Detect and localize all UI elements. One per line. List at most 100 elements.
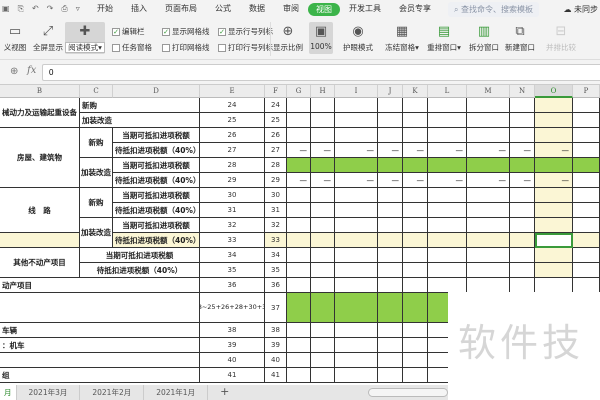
cell-H25[interactable]	[311, 113, 335, 128]
cell-I34[interactable]	[335, 248, 378, 263]
cell-G36[interactable]	[287, 278, 311, 293]
cell-O26[interactable]	[535, 128, 573, 143]
cell-L28[interactable]	[428, 158, 467, 173]
cell-G40[interactable]	[287, 353, 311, 368]
cell-J34[interactable]	[378, 248, 403, 263]
cell-I36[interactable]	[335, 278, 378, 293]
cell-e24[interactable]: 24	[200, 98, 265, 113]
cell-L27[interactable]: —	[428, 143, 467, 158]
cell-e39[interactable]: 39	[200, 338, 265, 353]
column-header-B[interactable]: B	[0, 85, 80, 98]
cell-J30[interactable]	[378, 188, 403, 203]
print-icon[interactable]: ⎙	[61, 4, 67, 14]
cell-H36[interactable]	[311, 278, 335, 293]
cell-O27[interactable]: —	[535, 143, 573, 158]
cell-b34[interactable]: 其他不动产项目	[0, 248, 80, 278]
cell-I30[interactable]	[335, 188, 378, 203]
cell-O28[interactable]	[535, 158, 573, 173]
cell-f33[interactable]: 33	[265, 233, 287, 248]
cell-N27[interactable]: —	[510, 143, 535, 158]
cell-G30[interactable]	[287, 188, 311, 203]
cell-G34[interactable]	[287, 248, 311, 263]
cell-c24[interactable]: 新购	[80, 98, 200, 113]
cell-G28[interactable]	[287, 158, 311, 173]
cell-K27[interactable]: —	[403, 143, 428, 158]
cell-H27[interactable]: —	[311, 143, 335, 158]
cell-P35[interactable]	[573, 263, 600, 278]
new-window-button[interactable]: ⧉ 新建窗口	[503, 22, 537, 53]
cell-P32[interactable]	[573, 218, 600, 233]
cell-N28[interactable]	[510, 158, 535, 173]
menu-tab-8[interactable]: 会员专享	[390, 3, 440, 16]
cell-J25[interactable]	[378, 113, 403, 128]
cell-I31[interactable]	[335, 203, 378, 218]
menu-tab-7[interactable]: 开发工具	[340, 3, 390, 16]
cell-M32[interactable]	[467, 218, 510, 233]
cell-L26[interactable]	[428, 128, 467, 143]
cell-f26[interactable]: 26	[265, 128, 287, 143]
cell-P28[interactable]	[573, 158, 600, 173]
cell-K24[interactable]	[403, 98, 428, 113]
cell-f29[interactable]: 29	[265, 173, 287, 188]
cell-H33[interactable]	[311, 233, 335, 248]
cell-I29[interactable]: —	[335, 173, 378, 188]
checkbox-box[interactable]: ✓	[162, 27, 170, 36]
cell-J38[interactable]	[378, 323, 403, 338]
cell-b37[interactable]	[0, 293, 200, 323]
cell-P29[interactable]	[573, 173, 600, 188]
preview-icon[interactable]: ⎘	[18, 4, 24, 14]
cell-L30[interactable]	[428, 188, 467, 203]
cell-I35[interactable]	[335, 263, 378, 278]
cell-I38[interactable]	[335, 323, 378, 338]
checkbox-box[interactable]	[218, 43, 226, 52]
cell-K32[interactable]	[403, 218, 428, 233]
cell-f41[interactable]: 41	[265, 368, 287, 383]
column-header-J[interactable]: J	[378, 85, 403, 98]
sync-status[interactable]: ☁ 未同步	[563, 4, 598, 15]
cell-K35[interactable]	[403, 263, 428, 278]
cell-f37[interactable]: 37	[265, 293, 287, 323]
cell-J28[interactable]	[378, 158, 403, 173]
cell-H26[interactable]	[311, 128, 335, 143]
custom-view-button[interactable]: ▭ 义视图	[0, 22, 30, 53]
cell-d31[interactable]: 待抵扣进项税额（40%）	[113, 203, 200, 218]
cell-H34[interactable]	[311, 248, 335, 263]
cell-e30[interactable]: 30	[200, 188, 265, 203]
rearrange-window-button[interactable]: ▤ 重排窗口▾	[425, 22, 463, 53]
cell-e31[interactable]: 31	[200, 203, 265, 218]
cell-e28[interactable]: 28	[200, 158, 265, 173]
cell-K29[interactable]: —	[403, 173, 428, 188]
cell-N29[interactable]: —	[510, 173, 535, 188]
cell-e26[interactable]: 26	[200, 128, 265, 143]
checkbox-box[interactable]: ✓	[218, 27, 226, 36]
cell-J37[interactable]	[378, 293, 403, 323]
cell-P26[interactable]	[573, 128, 600, 143]
cell-H28[interactable]	[311, 158, 335, 173]
command-search[interactable]: ⌕ 查找命令、搜索模板	[448, 1, 540, 17]
cell-L33[interactable]	[428, 233, 467, 248]
cell-M26[interactable]	[467, 128, 510, 143]
cell-H29[interactable]: —	[311, 173, 335, 188]
cell-O30[interactable]	[535, 188, 573, 203]
cell-d30[interactable]: 当期可抵扣进项税额	[113, 188, 200, 203]
cell-H37[interactable]	[311, 293, 335, 323]
cell-P33[interactable]	[573, 233, 600, 248]
cell-K26[interactable]	[403, 128, 428, 143]
cell-P30[interactable]	[573, 188, 600, 203]
cell-G27[interactable]: —	[287, 143, 311, 158]
column-header-H[interactable]: H	[311, 85, 335, 98]
cell-I33[interactable]	[335, 233, 378, 248]
cell-c34[interactable]: 当期可抵扣进项税额	[80, 248, 200, 263]
checkbox-1[interactable]: ✓ 显示网格线	[162, 26, 210, 37]
checkbox-box[interactable]: ✓	[112, 27, 120, 36]
cell-b41[interactable]: 组	[0, 368, 200, 383]
dropdown-icon[interactable]: ▿	[76, 4, 80, 14]
cell-L32[interactable]	[428, 218, 467, 233]
checkbox-2[interactable]: ✓ 显示行号列标	[218, 26, 273, 37]
cell-H32[interactable]	[311, 218, 335, 233]
cell-M25[interactable]	[467, 113, 510, 128]
cell-d33[interactable]: 待抵扣进项税额（40%）	[113, 233, 200, 248]
cell-f30[interactable]: 30	[265, 188, 287, 203]
sheet-tab-0[interactable]: 月	[0, 385, 17, 400]
cell-K25[interactable]	[403, 113, 428, 128]
